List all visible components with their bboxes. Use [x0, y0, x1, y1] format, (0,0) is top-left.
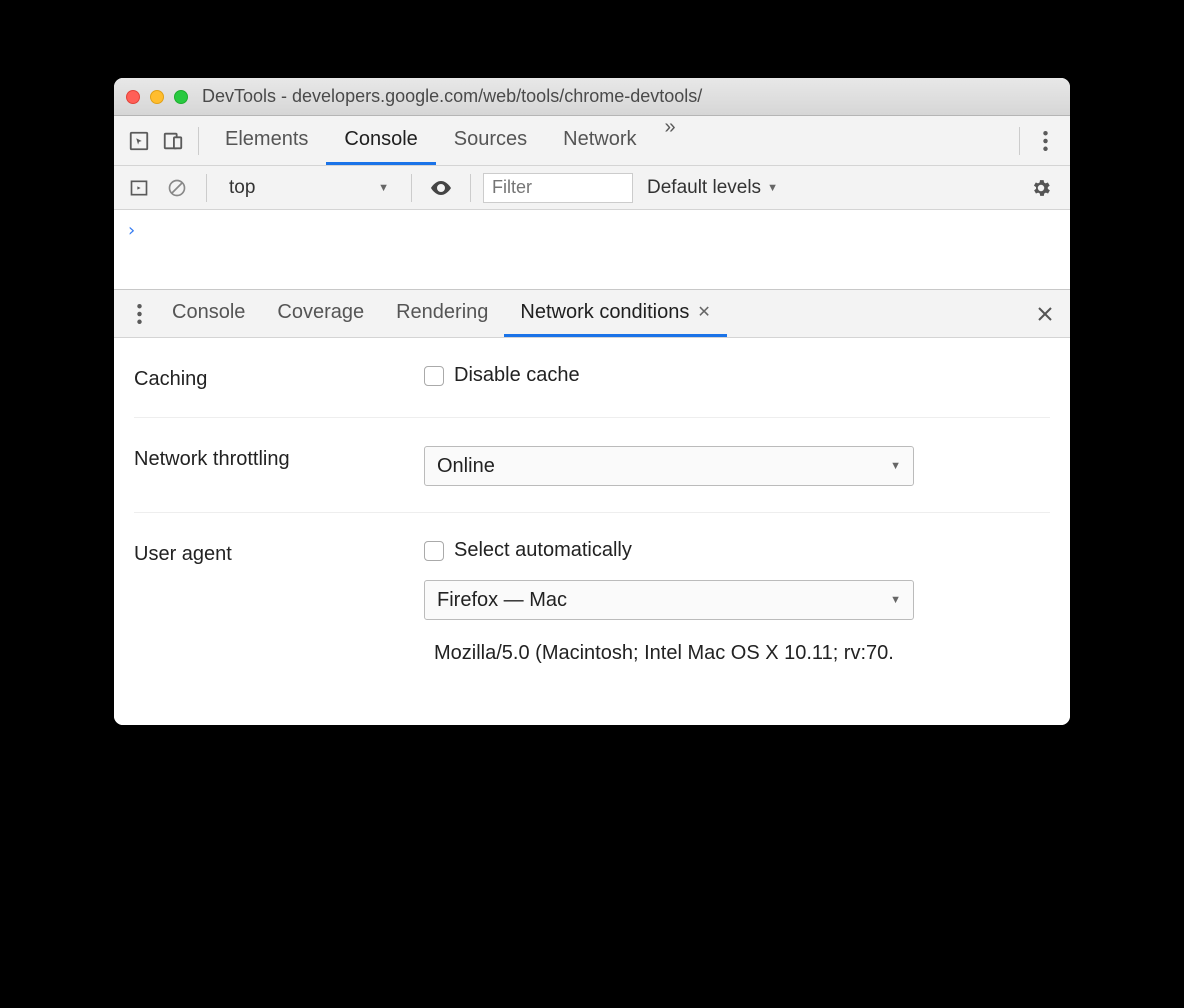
- close-drawer-icon[interactable]: [1028, 297, 1062, 331]
- device-toggle-icon[interactable]: [156, 124, 190, 158]
- close-window-button[interactable]: [126, 90, 140, 104]
- disable-cache-label: Disable cache: [454, 364, 580, 387]
- user-agent-value: Firefox — Mac: [437, 589, 567, 612]
- separator: [1019, 127, 1020, 155]
- dropdown-triangle-icon: ▼: [378, 182, 389, 194]
- separator: [206, 174, 207, 202]
- execution-context-select[interactable]: top ▼: [219, 173, 399, 203]
- throttling-select[interactable]: Online ▼: [424, 446, 914, 486]
- ua-auto-label: Select automatically: [454, 539, 632, 562]
- console-sidebar-toggle-icon[interactable]: [122, 171, 156, 205]
- context-value: top: [229, 177, 255, 199]
- close-tab-icon[interactable]: ✕: [697, 302, 710, 322]
- caching-label: Caching: [134, 364, 424, 391]
- console-prompt: ›: [126, 220, 137, 241]
- inspect-icon[interactable]: [122, 124, 156, 158]
- ua-auto-checkbox[interactable]: [424, 541, 444, 561]
- separator: [470, 174, 471, 202]
- devtools-window: DevTools - developers.google.com/web/too…: [114, 78, 1070, 725]
- log-levels-select[interactable]: Default levels ▼: [637, 177, 788, 199]
- tab-elements[interactable]: Elements: [207, 116, 326, 165]
- tab-label: Sources: [454, 128, 527, 151]
- traffic-lights: [126, 90, 188, 104]
- tab-label: Console: [344, 128, 417, 151]
- drawer-tab-console[interactable]: Console: [156, 290, 261, 337]
- disable-cache-checkbox[interactable]: [424, 366, 444, 386]
- caching-row: Caching Disable cache: [134, 338, 1050, 418]
- network-conditions-panel: Caching Disable cache Network throttling…: [114, 338, 1070, 725]
- dropdown-triangle-icon: ▼: [890, 594, 901, 606]
- user-agent-select[interactable]: Firefox — Mac ▼: [424, 580, 914, 620]
- console-settings-icon[interactable]: [1020, 177, 1062, 199]
- throttling-value: Online: [437, 455, 495, 478]
- tab-label: Network conditions: [520, 301, 689, 324]
- filter-input[interactable]: [483, 173, 633, 203]
- tab-label: Elements: [225, 128, 308, 151]
- drawer-menu-icon[interactable]: [122, 297, 156, 331]
- user-agent-label: User agent: [134, 539, 424, 566]
- zoom-window-button[interactable]: [174, 90, 188, 104]
- separator: [411, 174, 412, 202]
- console-output[interactable]: ›: [114, 210, 1070, 290]
- dropdown-triangle-icon: ▼: [767, 182, 778, 194]
- minimize-window-button[interactable]: [150, 90, 164, 104]
- main-tabs: Elements Console Sources Network »: [207, 116, 686, 165]
- tab-label: Console: [172, 301, 245, 324]
- tab-label: Network: [563, 128, 636, 151]
- tab-network[interactable]: Network: [545, 116, 654, 165]
- separator: [198, 127, 199, 155]
- throttling-row: Network throttling Online ▼: [134, 418, 1050, 513]
- drawer-tab-coverage[interactable]: Coverage: [261, 290, 380, 337]
- live-expression-icon[interactable]: [424, 171, 458, 205]
- window-titlebar: DevTools - developers.google.com/web/too…: [114, 78, 1070, 116]
- console-toolbar: top ▼ Default levels ▼: [114, 166, 1070, 210]
- user-agent-string: Mozilla/5.0 (Macintosh; Intel Mac OS X 1…: [424, 642, 1050, 665]
- drawer-tab-network-conditions[interactable]: Network conditions ✕: [504, 290, 726, 337]
- tab-label: Coverage: [277, 301, 364, 324]
- kebab-menu-icon[interactable]: [1028, 124, 1062, 158]
- throttling-label: Network throttling: [134, 444, 424, 471]
- window-title: DevTools - developers.google.com/web/too…: [202, 86, 702, 107]
- drawer-tabbar: Console Coverage Rendering Network condi…: [114, 290, 1070, 338]
- tabs-overflow-button[interactable]: »: [655, 116, 686, 165]
- clear-console-icon[interactable]: [160, 171, 194, 205]
- tab-label: Rendering: [396, 301, 488, 324]
- levels-label: Default levels: [647, 177, 761, 199]
- tab-console[interactable]: Console: [326, 116, 435, 165]
- tab-sources[interactable]: Sources: [436, 116, 545, 165]
- user-agent-row: User agent Select automatically Firefox …: [134, 513, 1050, 725]
- main-tabbar: Elements Console Sources Network »: [114, 116, 1070, 166]
- dropdown-triangle-icon: ▼: [890, 460, 901, 472]
- drawer-tab-rendering[interactable]: Rendering: [380, 290, 504, 337]
